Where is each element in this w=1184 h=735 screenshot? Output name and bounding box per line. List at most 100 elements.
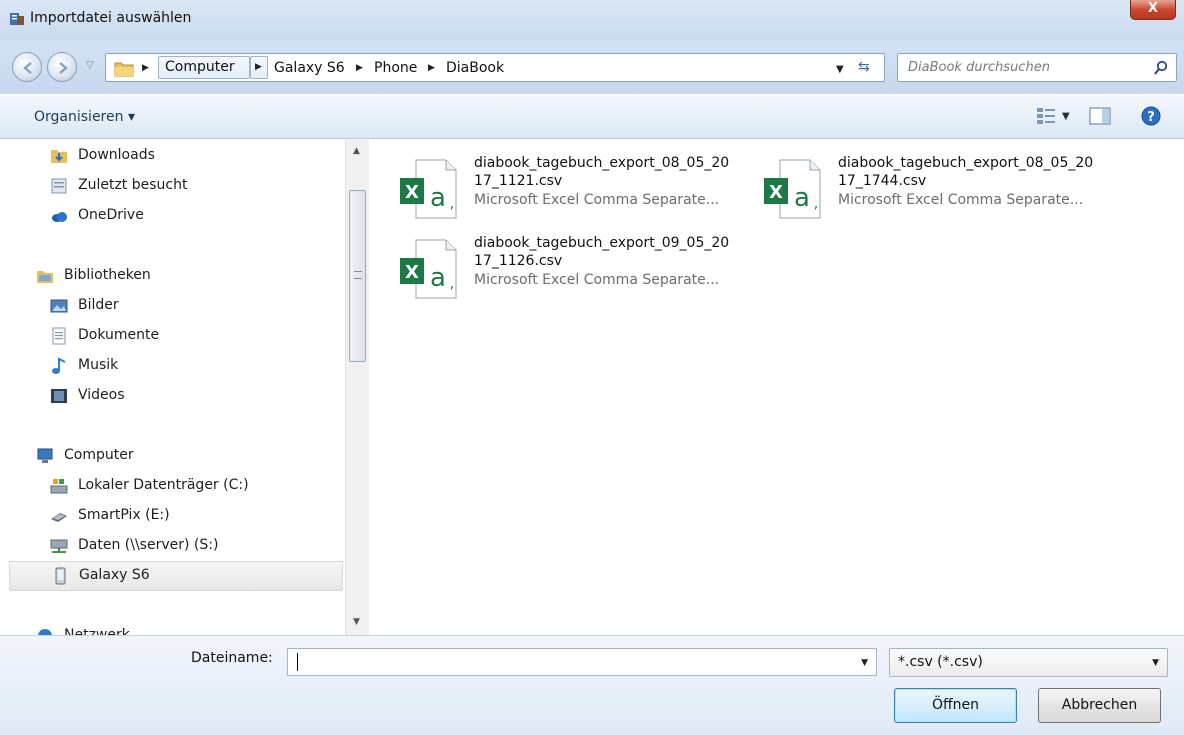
address-bar[interactable]: ▶ Computer ▶ Galaxy S6 ▶ Phone ▶ DiaBook… bbox=[105, 53, 885, 82]
svg-text:X: X bbox=[405, 262, 419, 283]
filetype-dropdown-icon: ▼ bbox=[1152, 658, 1159, 668]
search-input[interactable] bbox=[898, 54, 1138, 81]
breadcrumb-separator-icon[interactable]: ▶ bbox=[142, 63, 149, 73]
file-item[interactable]: X a , diabook_tagebuch_export_08_05_20 1… bbox=[734, 150, 1093, 226]
scroll-thumb[interactable] bbox=[349, 190, 366, 362]
sidebar-item-downloads[interactable]: Downloads bbox=[50, 144, 330, 168]
sidebar-item-network[interactable]: Netzwerk bbox=[36, 624, 330, 635]
local-disk-icon bbox=[50, 479, 68, 494]
file-type: Microsoft Excel Comma Separate... bbox=[474, 192, 720, 208]
sidebar-item-documents[interactable]: Dokumente bbox=[50, 324, 330, 348]
excel-csv-file-icon: X a , bbox=[400, 159, 457, 219]
sidebar-item-galaxy-s6[interactable]: Galaxy S6 bbox=[9, 561, 343, 591]
search-icon[interactable] bbox=[1153, 60, 1169, 76]
sidebar-item-smartpix[interactable]: SmartPix (E:) bbox=[50, 504, 330, 528]
filename-input[interactable] bbox=[288, 649, 848, 675]
file-type: Microsoft Excel Comma Separate... bbox=[838, 192, 1084, 208]
onedrive-cloud-icon bbox=[52, 212, 67, 222]
filetype-selected-value: *.csv (*.csv) bbox=[898, 654, 983, 670]
back-button[interactable] bbox=[12, 52, 42, 82]
svg-text:a: a bbox=[794, 183, 810, 213]
refresh-icon[interactable]: ⇆ bbox=[858, 59, 870, 75]
recent-pages-dropdown-icon[interactable]: ▽ bbox=[86, 60, 94, 71]
breadcrumb-item-galaxy-s6[interactable]: Galaxy S6 bbox=[274, 60, 345, 76]
breadcrumb-separator-icon[interactable]: ▶ bbox=[428, 63, 435, 73]
breadcrumb-item-diabook[interactable]: DiaBook bbox=[446, 60, 504, 76]
text-caret bbox=[297, 653, 298, 671]
view-options-dropdown-icon[interactable]: ▼ bbox=[1062, 111, 1070, 122]
file-name: diabook_tagebuch_export_08_05_20 bbox=[838, 155, 1094, 171]
preview-pane-icon[interactable] bbox=[1089, 107, 1111, 125]
svg-text:a: a bbox=[430, 183, 446, 213]
file-name: diabook_tagebuch_export_09_05_20 bbox=[474, 235, 730, 251]
scroll-up-icon[interactable]: ▲ bbox=[353, 146, 360, 156]
sidebar-item-videos[interactable]: Videos bbox=[50, 384, 330, 408]
file-name: diabook_tagebuch_export_08_05_20 bbox=[474, 155, 730, 171]
sidebar-item-local-disk[interactable]: Lokaler Datenträger (C:) bbox=[50, 474, 330, 498]
sidebar-item-network-drive[interactable]: Daten (\\server) (S:) bbox=[50, 534, 330, 558]
sidebar-item-recent[interactable]: Zuletzt besucht bbox=[50, 174, 330, 198]
sidebar-item-onedrive[interactable]: OneDrive bbox=[50, 204, 330, 228]
network-icon bbox=[38, 629, 52, 635]
change-view-icon[interactable] bbox=[1036, 107, 1056, 125]
breadcrumb-separator-button[interactable]: ▶ bbox=[250, 56, 268, 79]
scroll-down-icon[interactable]: ▼ bbox=[353, 617, 360, 627]
sidebar-item-pictures[interactable]: Bilder bbox=[50, 294, 330, 318]
sidebar-item-libraries[interactable]: Bibliotheken bbox=[36, 264, 330, 288]
cancel-button[interactable]: Abbrechen bbox=[1038, 688, 1161, 723]
documents-icon bbox=[52, 327, 66, 345]
file-name: 17_1121.csv bbox=[474, 173, 563, 189]
file-list: X a , diabook_tagebuch_export_08_05_20 1… bbox=[370, 140, 1184, 635]
svg-text:?: ? bbox=[1147, 110, 1155, 125]
computer-icon bbox=[37, 448, 53, 463]
open-button[interactable]: Öffnen bbox=[894, 688, 1017, 723]
svg-text:,: , bbox=[450, 276, 454, 292]
organize-menu-button[interactable]: Organisieren ▾ bbox=[34, 109, 135, 125]
app-icon bbox=[10, 13, 24, 25]
address-history-dropdown-icon[interactable]: ▼ bbox=[836, 64, 844, 75]
recent-places-icon bbox=[51, 178, 67, 194]
pictures-icon bbox=[50, 299, 68, 313]
filename-label: Dateiname: bbox=[191, 650, 273, 666]
music-icon bbox=[52, 357, 66, 374]
forward-button[interactable] bbox=[47, 52, 77, 82]
file-name: 17_1744.csv bbox=[838, 173, 927, 189]
sidebar-item-computer[interactable]: Computer bbox=[36, 444, 330, 468]
back-arrow-icon bbox=[23, 62, 32, 74]
filetype-select[interactable]: *.csv (*.csv) ▼ bbox=[889, 648, 1168, 677]
breadcrumb-item-phone[interactable]: Phone bbox=[374, 60, 417, 76]
breadcrumb-item-computer[interactable]: Computer bbox=[158, 56, 250, 79]
dialog-footer: Dateiname: ▼ *.csv (*.csv) ▼ Öffnen Abbr… bbox=[0, 635, 1184, 735]
excel-csv-file-icon: X a , bbox=[400, 239, 457, 299]
folder-icon bbox=[114, 62, 134, 77]
breadcrumb-separator-icon: ▶ bbox=[255, 62, 262, 72]
file-item[interactable]: X a , diabook_tagebuch_export_08_05_20 1… bbox=[370, 150, 729, 226]
window-title: Importdatei auswählen bbox=[30, 10, 192, 26]
removable-drive-icon bbox=[51, 513, 67, 522]
command-bar: Organisieren ▾ ▼ ? bbox=[0, 94, 1184, 139]
svg-text:X: X bbox=[405, 182, 419, 203]
forward-arrow-icon bbox=[59, 62, 68, 74]
breadcrumb-separator-icon[interactable]: ▶ bbox=[356, 63, 363, 73]
file-item[interactable]: X a , diabook_tagebuch_export_09_05_20 1… bbox=[370, 230, 729, 306]
svg-text:a: a bbox=[430, 263, 446, 293]
svg-text:,: , bbox=[450, 196, 454, 212]
close-button[interactable]: X bbox=[1130, 0, 1176, 20]
search-box[interactable] bbox=[897, 53, 1177, 82]
network-drive-icon bbox=[50, 539, 68, 553]
address-row: ▽ ▶ Computer ▶ Galaxy S6 ▶ Phone ▶ DiaBo… bbox=[0, 40, 1184, 94]
navigation-pane: Downloads Zuletzt besucht OneDrive Bibli… bbox=[0, 140, 345, 635]
file-type: Microsoft Excel Comma Separate... bbox=[474, 272, 720, 288]
title-bar: Importdatei auswählen X bbox=[0, 0, 1184, 40]
downloads-folder-icon bbox=[51, 150, 67, 163]
filename-dropdown-icon[interactable]: ▼ bbox=[861, 658, 868, 668]
file-name: 17_1126.csv bbox=[474, 253, 563, 269]
scroll-grip-icon bbox=[354, 271, 362, 279]
svg-text:X: X bbox=[769, 182, 783, 203]
navigation-scrollbar[interactable]: ▲ ▼ bbox=[345, 140, 369, 635]
filename-combobox[interactable]: ▼ bbox=[287, 648, 877, 676]
excel-csv-file-icon: X a , bbox=[764, 159, 821, 219]
help-icon[interactable]: ? bbox=[1141, 106, 1161, 126]
svg-text:,: , bbox=[814, 196, 818, 212]
sidebar-item-music[interactable]: Musik bbox=[50, 354, 330, 378]
